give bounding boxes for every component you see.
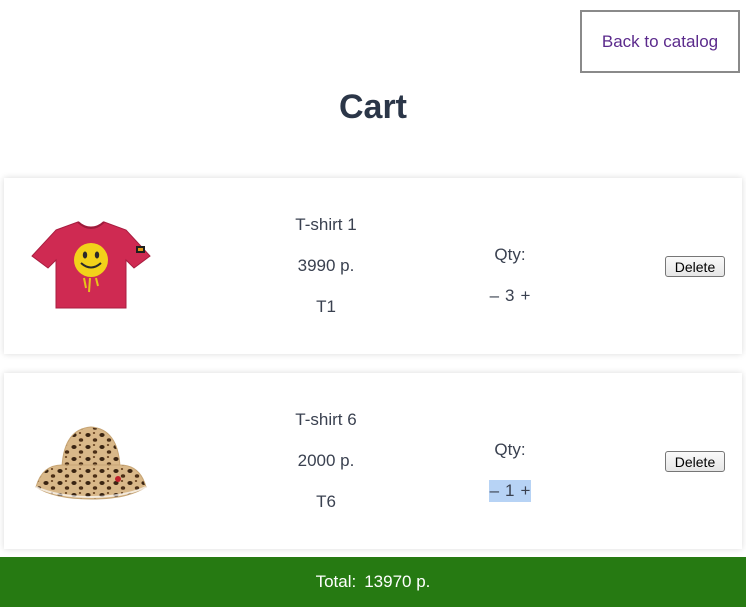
quantity-block: Qty: – 3 + <box>462 244 558 307</box>
qty-increase-button[interactable]: + <box>521 480 531 502</box>
qty-decrease-button[interactable]: – <box>490 285 499 307</box>
item-price: 2000 р. <box>297 451 355 470</box>
item-code: T6 <box>316 492 336 511</box>
quantity-block: Qty: – 1 + <box>462 439 558 502</box>
product-image-bucket-hat <box>28 407 154 511</box>
delete-button[interactable]: Delete <box>665 256 725 277</box>
item-info: T-shirt 1 3990 р. T1 <box>266 214 386 337</box>
qty-increase-button[interactable]: + <box>521 285 531 307</box>
item-code: T1 <box>316 297 336 316</box>
cart-item: T-shirt 6 2000 р. T6 Qty: – 1 + Delete <box>4 373 742 549</box>
total-bar: Total: 13970 р. <box>0 557 746 607</box>
page-title: Cart <box>338 88 408 126</box>
product-image-tshirt <box>28 212 154 316</box>
delete-button[interactable]: Delete <box>665 451 725 472</box>
qty-value: 1 <box>505 481 515 500</box>
total-value: 13970 р. <box>364 572 431 591</box>
quantity-stepper: – 1 + <box>488 480 532 502</box>
qty-label: Qty: <box>494 440 526 459</box>
item-name: T-shirt 6 <box>295 410 357 429</box>
qty-decrease-button[interactable]: – <box>490 480 499 502</box>
quantity-stepper: – 3 + <box>489 285 532 307</box>
qty-value: 3 <box>505 286 515 305</box>
cart-item: T-shirt 1 3990 р. T1 Qty: – 3 + Delete <box>4 178 742 354</box>
item-price: 3990 р. <box>297 256 355 275</box>
total-label: Total: <box>315 572 357 591</box>
item-info: T-shirt 6 2000 р. T6 <box>266 409 386 532</box>
item-name: T-shirt 1 <box>295 215 357 234</box>
back-to-catalog-button[interactable]: Back to catalog <box>580 10 740 73</box>
qty-label: Qty: <box>494 245 526 264</box>
